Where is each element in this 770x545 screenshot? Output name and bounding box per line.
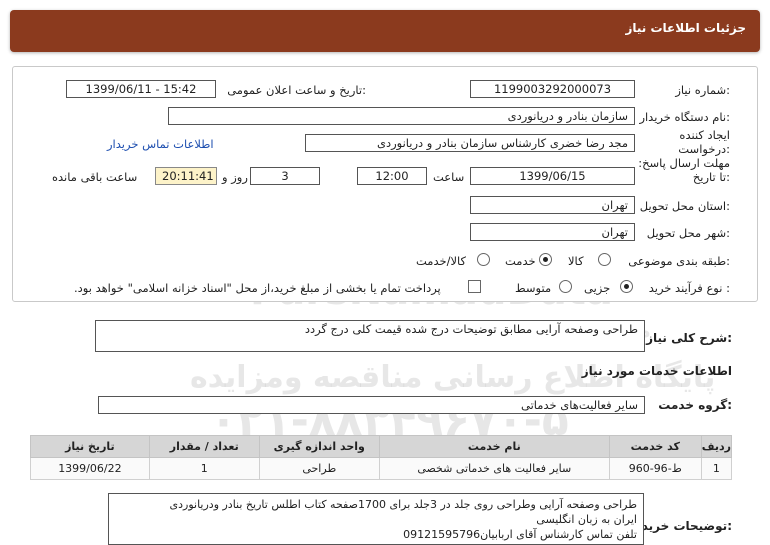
deadline-days-field: 3	[250, 167, 320, 185]
category-option-both-label: کالا/خدمت	[416, 254, 467, 268]
need-number-field: 1199003292000073	[470, 80, 635, 98]
col-service-code: کد خدمت	[608, 435, 702, 458]
deadline-date-field: 1399/06/15	[470, 167, 635, 185]
header-bar: جزئیات اطلاعات نیاز	[10, 10, 760, 52]
province-field: تهران	[470, 196, 635, 214]
table-row: 1 ط-96-960 سایر فعالیت های خدماتی شخصی ط…	[30, 457, 733, 480]
process-option-medium-radio[interactable]	[559, 280, 572, 293]
city-label: شهر محل تحویل:	[646, 226, 730, 240]
cell-row: 1	[700, 457, 733, 480]
need-number-label: شماره نیاز:	[675, 83, 730, 97]
cell-service-name: سایر فعالیت های خدماتی شخصی	[378, 457, 610, 480]
announce-datetime-label: تاریخ و ساعت اعلان عمومی:	[227, 83, 366, 97]
service-group-field: سایر فعالیت‌های خدماتی	[98, 396, 645, 414]
category-option-both-radio[interactable]	[477, 253, 490, 266]
services-table: ردیف کد خدمت نام خدمت واحد اندازه گیری ت…	[30, 435, 733, 480]
description-label: شرح کلی نیاز:	[646, 331, 732, 345]
process-option-medium-label: متوسط	[515, 281, 552, 295]
service-group-label: گروه خدمت:	[658, 398, 732, 412]
deadline-label: مهلت ارسال پاسخ: تا تاریخ:	[638, 156, 730, 184]
col-service-name: نام خدمت	[378, 435, 610, 458]
treasury-payment-note: پرداخت تمام یا بخشی از مبلغ خرید،از محل …	[74, 281, 441, 295]
buyer-notes-field: طراحی وصفحه آرایی وطراحی روی جلد در 3جلد…	[108, 493, 644, 545]
buyer-org-label: نام دستگاه خریدار:	[639, 110, 730, 124]
services-info-title: اطلاعات خدمات مورد نیاز	[581, 364, 732, 378]
buyer-contact-link[interactable]: اطلاعات تماس خریدار	[107, 137, 214, 151]
col-quantity: تعداد / مقدار	[148, 435, 260, 458]
buyer-notes-line-2: ایران به زبان انگلیسی	[536, 513, 637, 526]
category-option-goods-radio[interactable]	[598, 253, 611, 266]
city-field: تهران	[470, 223, 635, 241]
category-option-service-label: خدمت	[505, 254, 536, 268]
buyer-notes-line-1: طراحی وصفحه آرایی وطراحی روی جلد در 3جلد…	[169, 498, 638, 511]
category-option-goods-label: کالا	[568, 254, 584, 268]
remaining-time-field: 20:11:41	[155, 167, 217, 185]
table-header-row: ردیف کد خدمت نام خدمت واحد اندازه گیری ت…	[30, 435, 733, 458]
remaining-time-label: ساعت باقی مانده	[52, 170, 138, 184]
deadline-time-label: ساعت	[433, 170, 465, 184]
announce-datetime-field: 1399/06/11 - 15:42	[66, 80, 216, 98]
category-option-service-radio[interactable]	[539, 253, 552, 266]
cell-service-code: ط-96-960	[608, 457, 702, 480]
buyer-notes-label: توضیحات خریدار:	[630, 519, 732, 533]
category-label: طبقه بندی موضوعی:	[628, 254, 730, 268]
col-row: ردیف	[700, 435, 733, 458]
description-field: طراحی وصفحه آرایی مطابق توضیحات درج شده …	[95, 320, 645, 352]
purchase-process-label: نوع فرآیند خرید :	[648, 281, 730, 295]
requester-label: ایجاد کننده درخواست:	[678, 128, 730, 156]
treasury-payment-checkbox[interactable]	[468, 280, 481, 293]
cell-need-date: 1399/06/22	[30, 457, 150, 480]
page-title: جزئیات اطلاعات نیاز	[625, 21, 746, 35]
deadline-time-field: 12:00	[357, 167, 427, 185]
process-option-minor-label: جزیی	[584, 281, 611, 295]
col-unit: واحد اندازه گیری	[258, 435, 380, 458]
cell-quantity: 1	[148, 457, 260, 480]
deadline-days-label: روز و	[222, 170, 248, 184]
col-need-date: تاریخ نیاز	[30, 435, 150, 458]
process-option-minor-radio[interactable]	[620, 280, 633, 293]
requester-field: مجد رضا خضری کارشناس سازمان بنادر و دریا…	[305, 134, 635, 152]
buyer-notes-line-3: تلفن تماس کارشناس آقای اربابیان091215957…	[403, 528, 637, 541]
buyer-org-field: سازمان بنادر و دریانوردی	[168, 107, 635, 125]
cell-unit: طراحی	[258, 457, 380, 480]
province-label: استان محل تحویل:	[639, 199, 730, 213]
